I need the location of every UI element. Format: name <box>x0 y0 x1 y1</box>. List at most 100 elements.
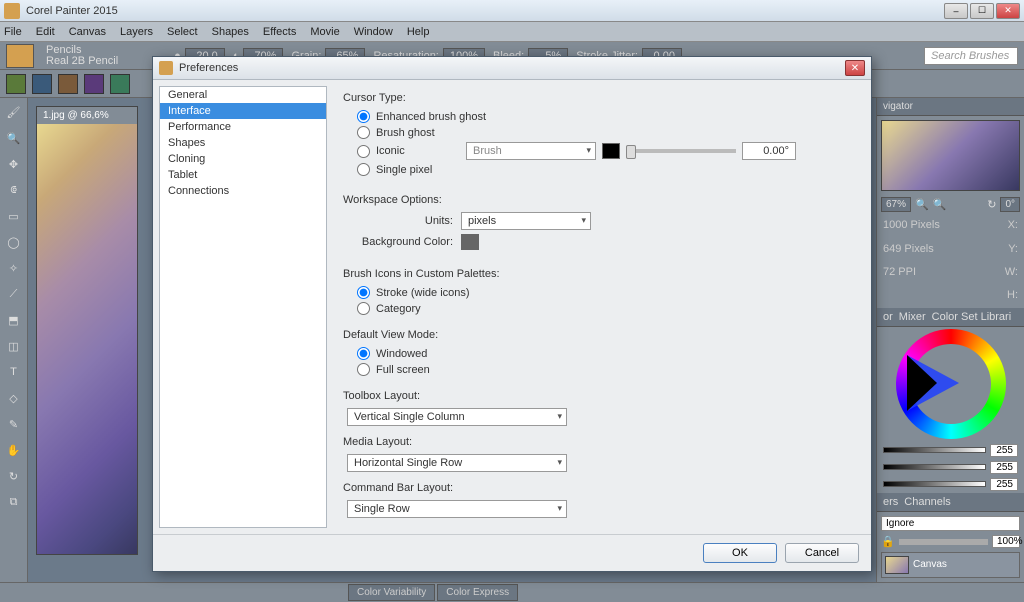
pen-tool-icon[interactable]: ✎ <box>4 414 24 434</box>
viewmode-windowed-radio[interactable] <box>357 347 370 360</box>
color-express-tab[interactable]: Color Express <box>437 584 518 601</box>
b-value[interactable]: 255 <box>990 478 1018 491</box>
colorset-tab[interactable]: Color Set Librari <box>932 311 1011 323</box>
menu-file[interactable]: File <box>4 26 22 38</box>
menu-shapes[interactable]: Shapes <box>212 26 249 38</box>
brush-name[interactable]: Real 2B Pencil <box>46 56 118 67</box>
cursor-color-swatch[interactable] <box>602 143 620 159</box>
menu-effects[interactable]: Effects <box>263 26 296 38</box>
cursor-icon-select[interactable]: Brush <box>466 142 596 160</box>
b-slider[interactable] <box>883 481 986 487</box>
wand-tool-icon[interactable]: ✧ <box>4 258 24 278</box>
zoom-out-icon[interactable]: 🔍 <box>915 198 929 211</box>
swatch-2[interactable] <box>32 74 52 94</box>
document-title: 1.jpg @ 66,6% <box>37 107 137 124</box>
search-brushes-input[interactable]: Search Brushes <box>924 47 1018 65</box>
cancel-button[interactable]: Cancel <box>785 543 859 563</box>
close-button[interactable]: ✕ <box>996 3 1020 19</box>
dialog-titlebar[interactable]: Preferences ✕ <box>153 57 871 80</box>
menu-select[interactable]: Select <box>167 26 198 38</box>
menu-help[interactable]: Help <box>407 26 430 38</box>
color-variability-tab[interactable]: Color Variability <box>348 584 435 601</box>
cursor-rotation-value[interactable]: 0.00° <box>742 142 796 160</box>
navigator-preview[interactable] <box>881 120 1020 191</box>
swatch-5[interactable] <box>110 74 130 94</box>
layer-item[interactable]: Canvas <box>881 552 1020 578</box>
swatch-1[interactable] <box>6 74 26 94</box>
r-value[interactable]: 255 <box>990 444 1018 457</box>
menu-layers[interactable]: Layers <box>120 26 153 38</box>
rotation-value[interactable]: 0° <box>1000 197 1020 212</box>
dialog-title-text: Preferences <box>179 62 845 74</box>
zoom-value[interactable]: 67% <box>881 197 911 212</box>
viewmode-fullscreen-radio[interactable] <box>357 363 370 376</box>
cmdbar-layout-select[interactable]: Single Row <box>347 500 567 518</box>
bgcolor-swatch[interactable] <box>461 234 479 250</box>
bucket-tool-icon[interactable]: ⬒ <box>4 310 24 330</box>
prefs-nav-tablet[interactable]: Tablet <box>160 167 326 183</box>
select-rect-tool-icon[interactable]: ▭ <box>4 206 24 226</box>
lasso-tool-icon[interactable]: ◯ <box>4 232 24 252</box>
navigator-tab[interactable]: vigator <box>877 98 1024 116</box>
prefs-nav-interface[interactable]: Interface <box>160 103 326 119</box>
cursor-rotation-slider[interactable] <box>626 149 736 153</box>
color-tab[interactable]: or <box>883 311 893 323</box>
menu-movie[interactable]: Movie <box>310 26 339 38</box>
prefs-nav-connections[interactable]: Connections <box>160 183 326 199</box>
g-slider[interactable] <box>883 464 986 470</box>
move-tool-icon[interactable]: ✥ <box>4 154 24 174</box>
menu-window[interactable]: Window <box>354 26 393 38</box>
rotate-icon[interactable]: ↻ <box>987 198 996 211</box>
r-slider[interactable] <box>883 447 986 453</box>
toolbox: 🖌 🔍 ✥ ⟃ ▭ ◯ ✧ ⟋ ⬒ ◫ T ◇ ✎ ✋ ↻ ⧉ <box>0 98 28 582</box>
prefs-nav-shapes[interactable]: Shapes <box>160 135 326 151</box>
layers-tab[interactable]: ers <box>883 496 898 508</box>
cursor-ghost-radio[interactable] <box>357 126 370 139</box>
channels-tab[interactable]: Channels <box>904 496 950 508</box>
prefs-nav-general[interactable]: General <box>160 87 326 103</box>
magnify-tool-icon[interactable]: 🔍 <box>4 128 24 148</box>
hand-tool-icon[interactable]: ✋ <box>4 440 24 460</box>
cursor-pixel-radio[interactable] <box>357 163 370 176</box>
lock-icon[interactable]: 🔒 <box>881 535 895 548</box>
crop-tool-icon[interactable]: ⟃ <box>4 180 24 200</box>
cursor-iconic-radio[interactable] <box>357 145 370 158</box>
dialog-icon <box>159 61 173 75</box>
document-window[interactable]: 1.jpg @ 66,6% <box>36 106 138 555</box>
menu-canvas[interactable]: Canvas <box>69 26 106 38</box>
brush-tool-icon[interactable]: 🖌 <box>4 102 24 122</box>
brush-category: Pencils <box>46 45 118 56</box>
text-tool-icon[interactable]: T <box>4 362 24 382</box>
maximize-button[interactable]: ☐ <box>970 3 994 19</box>
swatch-4[interactable] <box>84 74 104 94</box>
eraser-tool-icon[interactable]: ◫ <box>4 336 24 356</box>
dropper-tool-icon[interactable]: ⟋ <box>4 284 24 304</box>
units-select[interactable]: pixels <box>461 212 591 230</box>
cursor-enhanced-radio[interactable] <box>357 110 370 123</box>
toolbox-layout-select[interactable]: Vertical Single Column <box>347 408 567 426</box>
cursor-pixel-label: Single pixel <box>376 164 432 176</box>
zoom-in-icon[interactable]: 🔍 <box>933 198 947 211</box>
brushicons-category-radio[interactable] <box>357 302 370 315</box>
swatch-3[interactable] <box>58 74 78 94</box>
clone-tool-icon[interactable]: ⧉ <box>4 492 24 512</box>
layer-mode-select[interactable]: Ignore <box>881 516 1020 531</box>
mixer-tab[interactable]: Mixer <box>899 311 926 323</box>
app-icon <box>4 3 20 19</box>
menu-edit[interactable]: Edit <box>36 26 55 38</box>
shape-tool-icon[interactable]: ◇ <box>4 388 24 408</box>
brush-category-icon[interactable] <box>6 44 34 68</box>
opacity-slider[interactable] <box>899 539 988 545</box>
dialog-close-button[interactable]: ✕ <box>845 60 865 76</box>
rotate-tool-icon[interactable]: ↻ <box>4 466 24 486</box>
g-value[interactable]: 255 <box>990 461 1018 474</box>
ok-button[interactable]: OK <box>703 543 777 563</box>
prefs-nav-cloning[interactable]: Cloning <box>160 151 326 167</box>
media-layout-select[interactable]: Horizontal Single Row <box>347 454 567 472</box>
color-wheel[interactable] <box>877 327 1024 442</box>
document-canvas[interactable] <box>37 124 137 554</box>
layer-opacity[interactable]: 100% <box>992 535 1020 548</box>
brushicons-stroke-radio[interactable] <box>357 286 370 299</box>
minimize-button[interactable]: – <box>944 3 968 19</box>
prefs-nav-performance[interactable]: Performance <box>160 119 326 135</box>
